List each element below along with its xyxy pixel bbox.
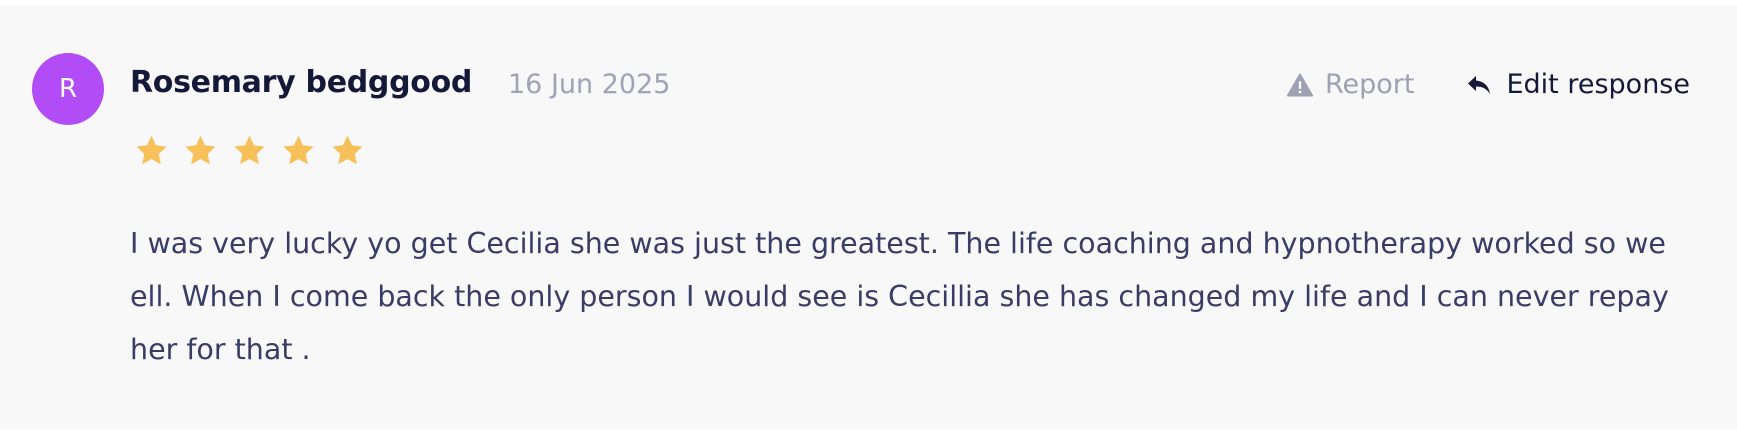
star-icon xyxy=(136,135,167,165)
reply-arrow-icon xyxy=(1468,75,1491,94)
review-card: R Rosemary bedggood 16 Jun 2025 Report E… xyxy=(0,5,1737,429)
report-label: Report xyxy=(1324,69,1415,100)
review-date: 16 Jun 2025 xyxy=(508,69,671,100)
reviewer-name: Rosemary bedggood xyxy=(130,65,473,100)
star-icon xyxy=(234,135,265,165)
report-button[interactable]: Report xyxy=(1286,69,1415,100)
star-icon xyxy=(185,135,216,165)
review-text: I was very lucky yo get Cecilia she was … xyxy=(130,227,1669,366)
star-icon xyxy=(283,135,314,165)
review-actions: Report Edit response xyxy=(1286,69,1690,100)
edit-response-label: Edit response xyxy=(1506,69,1690,100)
edit-response-button[interactable]: Edit response xyxy=(1466,69,1690,100)
warning-triangle-icon xyxy=(1286,73,1313,96)
star-rating xyxy=(134,133,365,168)
star-icon xyxy=(332,135,363,165)
avatar: R xyxy=(32,53,104,125)
